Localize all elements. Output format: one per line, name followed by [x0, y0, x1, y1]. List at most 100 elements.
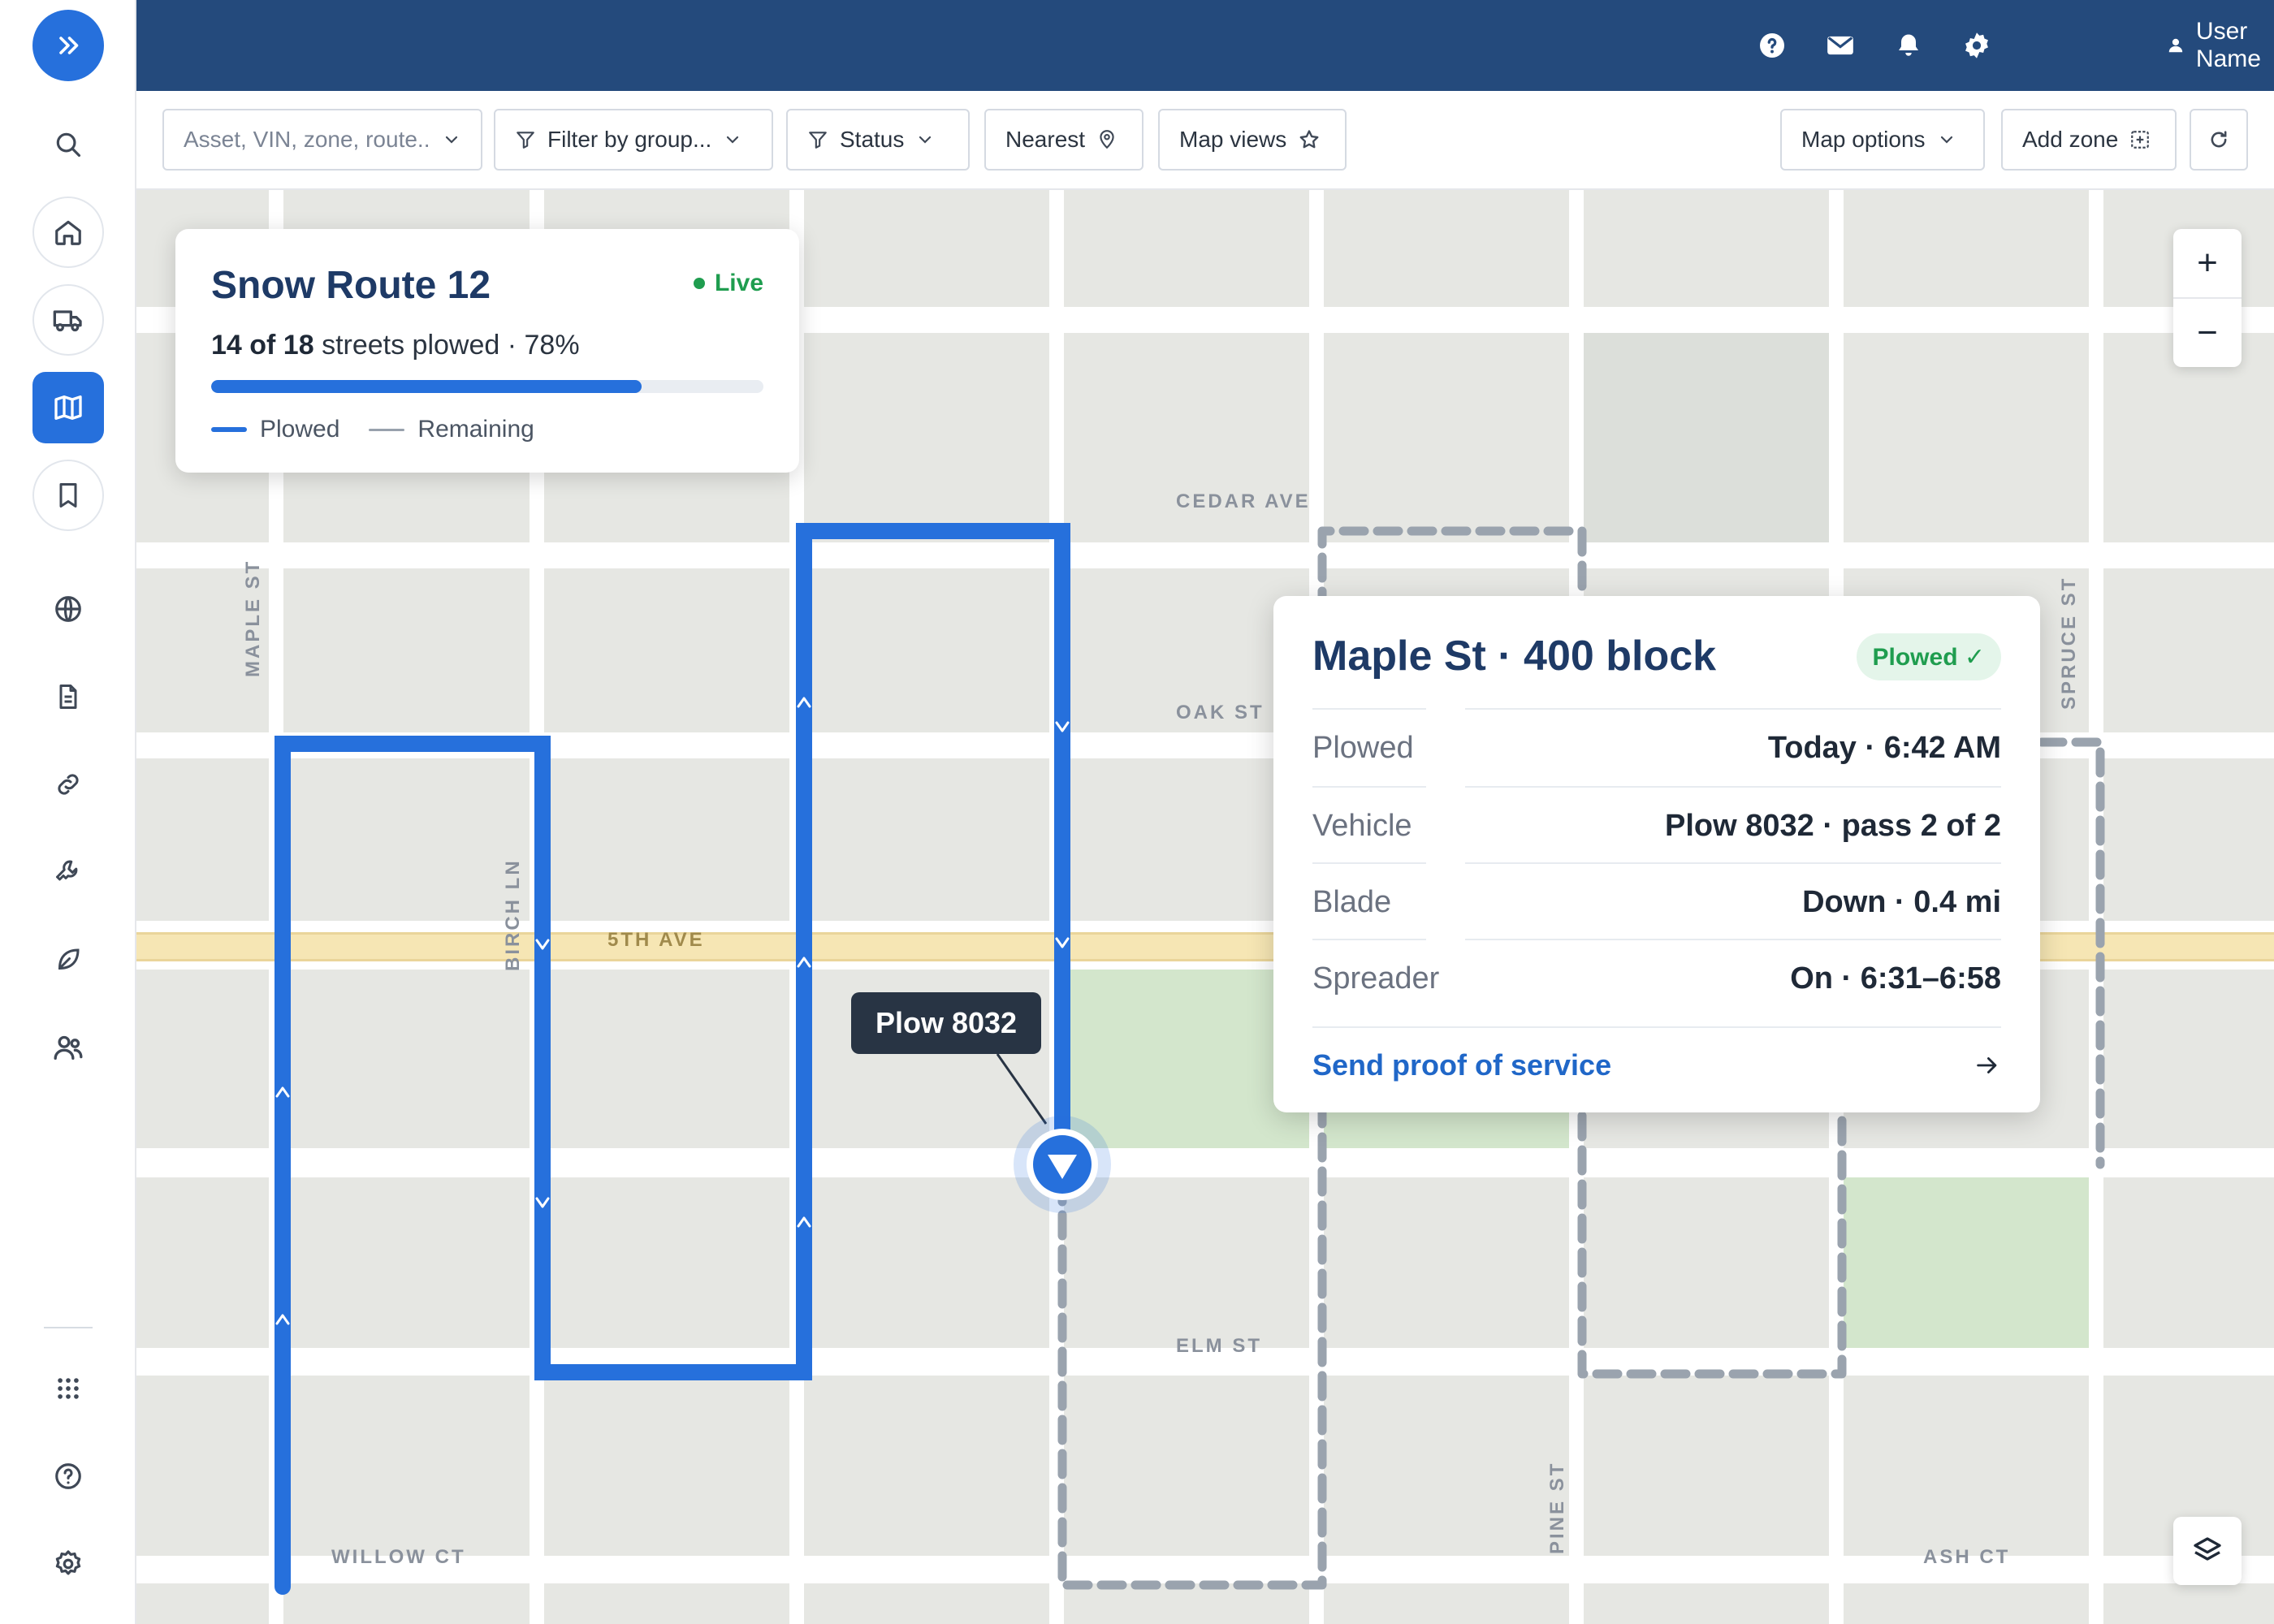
mail-button[interactable] — [1824, 29, 1857, 62]
notifications-button[interactable] — [1892, 29, 1925, 62]
map-block — [544, 1177, 789, 1348]
refresh-icon — [2211, 131, 2227, 148]
add-zone-button[interactable]: Add zone — [2001, 109, 2177, 171]
sidebar-item-map[interactable] — [32, 372, 104, 443]
zoom-in-button[interactable]: + — [2173, 229, 2242, 297]
sidebar-item-vehicles[interactable] — [32, 284, 104, 356]
home-icon — [55, 220, 81, 245]
map-block — [136, 1177, 269, 1348]
layers-button[interactable] — [2173, 1517, 2242, 1585]
legend-remaining-swatch — [369, 428, 405, 431]
bell-icon — [1899, 34, 1918, 56]
sidebar-item-search[interactable] — [32, 109, 104, 180]
map-block — [1324, 1583, 1569, 1624]
map-views-button[interactable]: Map views — [1158, 109, 1347, 171]
map-block — [544, 1376, 789, 1556]
street-label-spruce: SPRUCE ST — [2058, 576, 2080, 710]
expand-sidebar-button[interactable] — [32, 10, 104, 81]
status-dropdown[interactable]: Status — [786, 109, 970, 171]
detail-row-label: Blade — [1312, 884, 1392, 919]
user-menu[interactable]: User Name — [2167, 18, 2274, 72]
chevron-down-icon — [445, 136, 458, 144]
map-block — [1064, 758, 1309, 921]
refresh-button[interactable] — [2190, 109, 2248, 171]
detail-row-value: Down · 0.4 mi — [1802, 884, 2001, 919]
map-block — [2103, 1177, 2274, 1348]
map-block — [1064, 1376, 1309, 1556]
top-header: User Name — [136, 0, 2274, 91]
search-icon — [56, 132, 81, 158]
map-block — [804, 1177, 1049, 1348]
map-block — [1844, 1376, 2089, 1556]
route-summary-card: Snow Route 12 Live 14 of 18 streets plow… — [175, 229, 799, 473]
map-block — [1584, 1376, 1829, 1556]
map-block — [1844, 333, 2089, 542]
sidebar-item-maintenance[interactable] — [32, 836, 104, 908]
status-badge: Plowed ✓ — [1856, 633, 2001, 680]
map-block — [544, 970, 789, 1148]
sidebar-item-help[interactable] — [32, 1440, 104, 1512]
map-block — [283, 758, 530, 921]
add-zone-icon — [2131, 131, 2150, 149]
settings-button[interactable] — [1961, 29, 1993, 62]
route-progress-fill — [211, 380, 642, 393]
map-block — [1844, 1583, 2089, 1624]
chevron-down-icon — [1940, 136, 1952, 144]
users-icon — [54, 1035, 83, 1060]
help-button[interactable] — [1756, 29, 1788, 62]
truck-icon — [53, 310, 82, 332]
bookmark-icon — [59, 483, 77, 508]
detail-row-plowed: Plowed Today · 6:42 AM — [1312, 710, 2001, 786]
map-options-dropdown[interactable]: Map options — [1780, 109, 1985, 171]
map-block — [804, 758, 1049, 921]
globe-icon — [55, 596, 81, 622]
map-block — [1584, 190, 1829, 307]
street-label-elm: ELM ST — [1176, 1335, 1262, 1357]
detail-row-value: On · 6:31–6:58 — [1790, 961, 2001, 996]
map-block — [283, 1177, 530, 1348]
map-block — [283, 568, 530, 732]
sidebar-item-link[interactable] — [32, 749, 104, 820]
sidebar-item-sustainability[interactable] — [32, 924, 104, 996]
sidebar-item-users[interactable] — [32, 1012, 104, 1083]
status-label: Status — [840, 127, 905, 152]
nearest-button[interactable]: Nearest — [984, 109, 1143, 171]
map-block — [2103, 970, 2274, 1148]
map-block — [1064, 1177, 1309, 1348]
map-block — [544, 1583, 789, 1624]
live-dot-icon — [693, 278, 705, 289]
vehicle-tooltip[interactable]: Plow 8032 — [851, 992, 1041, 1054]
progress-suffix: streets plowed · 78% — [322, 330, 580, 361]
chevrons-right-icon — [59, 37, 79, 54]
map-block — [544, 568, 789, 732]
detail-row-blade: Blade Down · 0.4 mi — [1312, 864, 2001, 940]
sidebar-item-document[interactable] — [32, 661, 104, 732]
map-block — [1844, 190, 2089, 307]
mail-icon — [1827, 36, 1853, 55]
map-block — [283, 970, 530, 1148]
asset-search-placeholder: Asset, VIN, zone, route... — [184, 127, 430, 152]
sidebar-item-home[interactable] — [32, 197, 104, 268]
sidebar-item-settings[interactable] — [32, 1528, 104, 1600]
map-block — [1064, 970, 1309, 1148]
street-label-maple: MAPLE ST — [242, 559, 264, 677]
detail-row-spreader: Spreader On · 6:31–6:58 — [1312, 940, 2001, 1017]
filter-by-group-dropdown[interactable]: Filter by group... — [494, 109, 773, 171]
layers-icon — [2194, 1537, 2221, 1561]
sidebar-item-apps[interactable] — [32, 1353, 104, 1424]
user-name: User Name — [2195, 18, 2261, 72]
sidebar-item-globe[interactable] — [32, 573, 104, 645]
chevron-down-icon — [919, 136, 932, 144]
sidebar-item-bookmark[interactable] — [32, 460, 104, 531]
map-block — [1324, 1376, 1569, 1556]
asset-search-dropdown[interactable]: Asset, VIN, zone, route... — [162, 109, 482, 171]
filter-icon — [517, 132, 534, 149]
map-block — [544, 758, 789, 921]
user-icon — [2168, 38, 2183, 53]
street-label-pine: PINE ST — [1546, 1461, 1568, 1554]
send-proof-link[interactable]: Send proof of service — [1312, 1041, 2001, 1090]
map-block — [804, 333, 1049, 542]
street-label-cedar: CEDAR AVE — [1176, 490, 1311, 512]
map-block — [1324, 190, 1569, 307]
zoom-out-button[interactable]: − — [2173, 299, 2242, 367]
